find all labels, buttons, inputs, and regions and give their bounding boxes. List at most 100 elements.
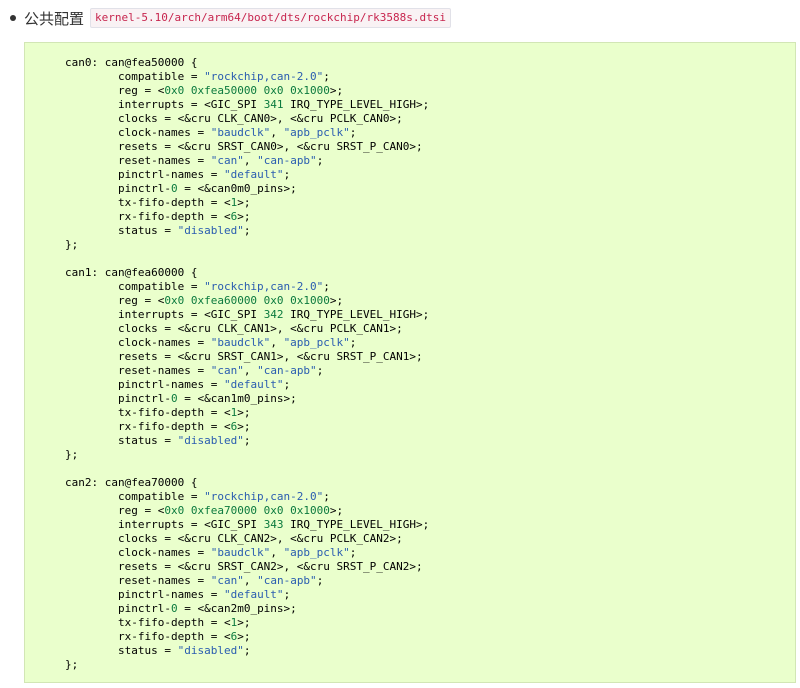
code-string: "rockchip,can-2.0" xyxy=(204,490,324,503)
code-text: >; xyxy=(237,420,251,433)
code-string: "can-apb" xyxy=(257,364,317,377)
code-string: "can-apb" xyxy=(257,154,317,167)
code-line: can0: can@fea50000 { xyxy=(65,56,795,70)
code-line: pinctrl-0 = <&can1m0_pins>; xyxy=(65,392,795,406)
code-text: >; xyxy=(329,84,344,97)
code-text: ; xyxy=(243,644,251,657)
code-line: clock-names = "baudclk", "apb_pclk"; xyxy=(65,336,795,350)
code-text: , xyxy=(243,364,258,377)
code-string: "can" xyxy=(210,364,244,377)
code-lines: can0: can@fea50000 { compatible = "rockc… xyxy=(65,56,795,672)
code-string: "can" xyxy=(210,154,244,167)
code-text: }; xyxy=(65,448,79,461)
code-line: clocks = <&cru CLK_CAN0>, <&cru PCLK_CAN… xyxy=(65,112,795,126)
code-text: ; xyxy=(283,378,291,391)
code-text: ; xyxy=(323,280,330,293)
code-text: pinctrl-names = xyxy=(65,588,224,601)
code-text: resets = <&cru SRST_CAN0>, <&cru SRST_P_… xyxy=(65,140,423,153)
code-text: ; xyxy=(283,588,291,601)
code-text: clock-names = xyxy=(65,336,211,349)
code-line: clock-names = "baudclk", "apb_pclk"; xyxy=(65,546,795,560)
code-line: clocks = <&cru CLK_CAN1>, <&cru PCLK_CAN… xyxy=(65,322,795,336)
code-string: "apb_pclk" xyxy=(283,126,350,139)
code-string: "apb_pclk" xyxy=(283,336,350,349)
code-text: reg = < xyxy=(65,504,165,517)
code-text: >; xyxy=(237,196,251,209)
code-text: clock-names = xyxy=(65,546,211,559)
code-number: 341 xyxy=(263,98,284,111)
code-text: interrupts = <GIC_SPI xyxy=(65,308,264,321)
code-line: clock-names = "baudclk", "apb_pclk"; xyxy=(65,126,795,140)
code-text: = <&can2m0_pins>; xyxy=(177,602,297,615)
code-text: pinctrl-names = xyxy=(65,168,224,181)
code-string: "can" xyxy=(210,574,244,587)
code-line: }; xyxy=(65,238,795,252)
code-text: ; xyxy=(349,546,357,559)
code-line: pinctrl-names = "default"; xyxy=(65,168,795,182)
code-line: }; xyxy=(65,448,795,462)
code-text: status = xyxy=(65,644,178,657)
code-line: reset-names = "can", "can-apb"; xyxy=(65,154,795,168)
code-line: resets = <&cru SRST_CAN0>, <&cru SRST_P_… xyxy=(65,140,795,154)
code-text: ; xyxy=(283,168,291,181)
code-text: clock-names = xyxy=(65,126,211,139)
code-line: reg = <0x0 0xfea70000 0x0 0x1000>; xyxy=(65,504,795,518)
code-text: reset-names = xyxy=(65,154,211,167)
code-text: clocks = <&cru CLK_CAN2>, <&cru PCLK_CAN… xyxy=(65,532,403,545)
code-string: "default" xyxy=(223,378,284,391)
code-block: can0: can@fea50000 { compatible = "rockc… xyxy=(24,42,796,683)
code-line: status = "disabled"; xyxy=(65,644,795,658)
code-line: tx-fifo-depth = <1>; xyxy=(65,406,795,420)
code-line: status = "disabled"; xyxy=(65,224,795,238)
code-line: reset-names = "can", "can-apb"; xyxy=(65,574,795,588)
code-text: = <&can0m0_pins>; xyxy=(177,182,297,195)
code-text: interrupts = <GIC_SPI xyxy=(65,98,264,111)
code-text: , xyxy=(243,574,258,587)
code-text: resets = <&cru SRST_CAN2>, <&cru SRST_P_… xyxy=(65,560,423,573)
section-label: 公共配置 xyxy=(24,9,85,28)
code-text: IRQ_TYPE_LEVEL_HIGH>; xyxy=(283,518,430,531)
code-text: status = xyxy=(65,434,178,447)
code-string: "rockchip,can-2.0" xyxy=(204,280,324,293)
code-line: interrupts = <GIC_SPI 343 IRQ_TYPE_LEVEL… xyxy=(65,518,795,532)
code-line: }; xyxy=(65,658,795,672)
code-text: rx-fifo-depth = < xyxy=(65,210,231,223)
code-line: rx-fifo-depth = <6>; xyxy=(65,630,795,644)
code-line: reset-names = "can", "can-apb"; xyxy=(65,364,795,378)
code-text: ; xyxy=(316,574,324,587)
code-text: }; xyxy=(65,658,79,671)
code-number: 0 xyxy=(170,182,178,195)
code-text: >; xyxy=(329,294,344,307)
code-text: >; xyxy=(237,210,251,223)
code-text: ; xyxy=(323,490,330,503)
code-text: IRQ_TYPE_LEVEL_HIGH>; xyxy=(283,98,430,111)
code-line: compatible = "rockchip,can-2.0"; xyxy=(65,70,795,84)
code-text: pinctrl- xyxy=(65,182,171,195)
code-text: reg = < xyxy=(65,84,165,97)
code-text: >; xyxy=(237,616,251,629)
code-text: pinctrl- xyxy=(65,392,171,405)
code-text: , xyxy=(243,154,258,167)
code-text: ; xyxy=(349,336,357,349)
code-line: can1: can@fea60000 { xyxy=(65,266,795,280)
code-text: compatible = xyxy=(65,490,205,503)
code-number: 0x0 0xfea60000 0x0 0x1000 xyxy=(164,294,330,307)
code-string: "disabled" xyxy=(177,434,244,447)
code-number: 342 xyxy=(263,308,284,321)
code-number: 0 xyxy=(170,392,178,405)
code-line: pinctrl-0 = <&can2m0_pins>; xyxy=(65,602,795,616)
code-line: compatible = "rockchip,can-2.0"; xyxy=(65,490,795,504)
code-line: tx-fifo-depth = <1>; xyxy=(65,196,795,210)
code-text: can2: can@fea70000 { xyxy=(65,476,198,489)
code-text: pinctrl- xyxy=(65,602,171,615)
code-string: "baudclk" xyxy=(210,126,271,139)
code-line: reg = <0x0 0xfea50000 0x0 0x1000>; xyxy=(65,84,795,98)
code-text: ; xyxy=(243,434,251,447)
code-string: "baudclk" xyxy=(210,546,271,559)
code-line: can2: can@fea70000 { xyxy=(65,476,795,490)
code-text: ; xyxy=(316,154,324,167)
code-line: reg = <0x0 0xfea60000 0x0 0x1000>; xyxy=(65,294,795,308)
code-string: "default" xyxy=(223,588,284,601)
code-text: can1: can@fea60000 { xyxy=(65,266,198,279)
